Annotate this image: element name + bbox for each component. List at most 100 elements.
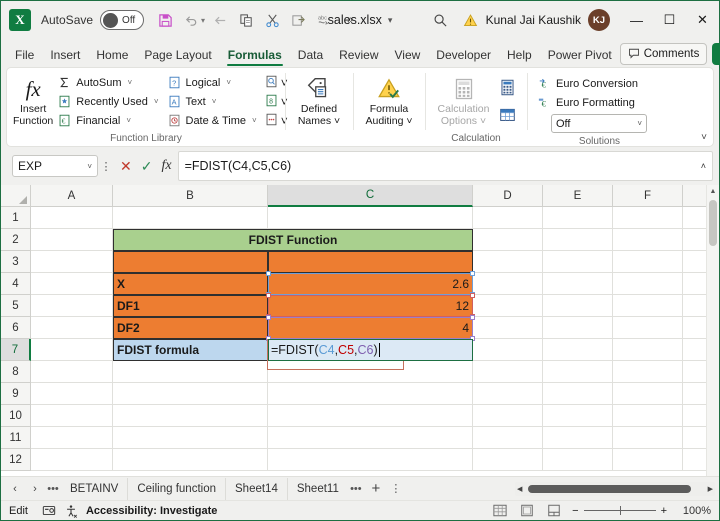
cell-b12[interactable] — [113, 449, 268, 471]
cell-b8[interactable] — [113, 361, 268, 383]
hscroll-left-icon[interactable]: ◀ — [517, 485, 522, 493]
accessibility-status-label[interactable]: Accessibility: Investigate — [86, 505, 217, 517]
row-header-3[interactable]: 3 — [1, 251, 31, 273]
cell-f11[interactable] — [613, 427, 683, 449]
cell-b6[interactable]: DF2 — [113, 317, 268, 339]
cell-a4[interactable] — [31, 273, 113, 295]
record-macro-icon[interactable] — [42, 504, 56, 517]
calculation-options-button[interactable]: Calculation Options ˅ — [433, 73, 495, 127]
sheet-tab-sheet14[interactable]: Sheet14 — [226, 478, 288, 500]
cell-a8[interactable] — [31, 361, 113, 383]
column-header-e[interactable]: E — [543, 185, 613, 207]
share-button[interactable]: ˅ — [712, 43, 720, 65]
cell-c10[interactable] — [268, 405, 473, 427]
cell-c9[interactable] — [268, 383, 473, 405]
horizontal-scrollbar[interactable]: ◀ ▶ — [515, 482, 715, 496]
cell-d1[interactable] — [473, 207, 543, 229]
cell-a11[interactable] — [31, 427, 113, 449]
autosave-toggle[interactable]: Off — [100, 10, 144, 30]
cell-f7[interactable] — [613, 339, 683, 361]
date-time-button[interactable]: Date & Time ˅ — [163, 111, 261, 130]
cell-e5[interactable] — [543, 295, 613, 317]
text-button[interactable]: A Text ˅ — [163, 92, 261, 111]
cell-b1[interactable] — [113, 207, 268, 229]
cell-d11[interactable] — [473, 427, 543, 449]
recently-used-button[interactable]: Recently Used ˅ — [53, 92, 162, 111]
cell-b10[interactable] — [113, 405, 268, 427]
row-header-2[interactable]: 2 — [1, 229, 31, 251]
cell-f3[interactable] — [613, 251, 683, 273]
sheet-list-right-dots[interactable]: ••• — [348, 483, 364, 495]
zoom-in-button[interactable]: + — [661, 505, 667, 517]
cell-e8[interactable] — [543, 361, 613, 383]
name-box[interactable]: EXP ˅ — [12, 155, 98, 177]
cell-f5[interactable] — [613, 295, 683, 317]
tab-developer[interactable]: Developer — [428, 46, 499, 67]
cell-b7[interactable]: FDIST formula — [113, 339, 268, 361]
cell-d9[interactable] — [473, 383, 543, 405]
cell-d4[interactable] — [473, 273, 543, 295]
tab-review[interactable]: Review — [331, 46, 386, 67]
vertical-scrollbar[interactable]: ▲ — [706, 185, 719, 476]
cell-c6[interactable]: 4 — [268, 317, 473, 339]
previous-sheet-button[interactable]: ‹ — [5, 483, 25, 495]
tab-file[interactable]: File — [7, 46, 42, 67]
formula-input[interactable]: =FDIST(C4,C5,C6) ˄ — [178, 151, 713, 181]
cell-f8[interactable] — [613, 361, 683, 383]
cut-icon[interactable] — [259, 7, 285, 33]
cell-e10[interactable] — [543, 405, 613, 427]
column-header-a[interactable]: A — [31, 185, 113, 207]
text-caret[interactable]: ˅ — [212, 97, 217, 106]
add-sheet-button[interactable]: + — [364, 480, 388, 497]
cell-e4[interactable] — [543, 273, 613, 295]
logical-caret[interactable]: ˅ — [226, 78, 231, 87]
cell-f10[interactable] — [613, 405, 683, 427]
cell-c12[interactable] — [268, 449, 473, 471]
tab-home[interactable]: Home — [88, 46, 136, 67]
cell-c3[interactable] — [268, 251, 473, 273]
row-header-6[interactable]: 6 — [1, 317, 31, 339]
recently-used-caret[interactable]: ˅ — [154, 97, 159, 106]
sheet-list-left-dots[interactable]: ••• — [45, 483, 61, 495]
cell-f6[interactable] — [613, 317, 683, 339]
sheet-tab-sheet11[interactable]: Sheet11 — [288, 478, 348, 500]
cell-e1[interactable] — [543, 207, 613, 229]
page-layout-view-button[interactable] — [518, 503, 535, 518]
row-header-7[interactable]: 7 — [1, 339, 31, 361]
redo-icon[interactable] — [207, 7, 233, 33]
tab-formulas[interactable]: Formulas — [220, 46, 290, 67]
row-header-12[interactable]: 12 — [1, 449, 31, 471]
cell-e6[interactable] — [543, 317, 613, 339]
cell-e7[interactable] — [543, 339, 613, 361]
cell-a7[interactable] — [31, 339, 113, 361]
tab-power-pivot[interactable]: Power Pivot — [540, 46, 620, 67]
cell-b11[interactable] — [113, 427, 268, 449]
hscroll-right-icon[interactable]: ▶ — [708, 485, 713, 493]
search-icon[interactable] — [424, 13, 458, 28]
cell-c11[interactable] — [268, 427, 473, 449]
page-break-view-button[interactable] — [545, 503, 562, 518]
cell-e12[interactable] — [543, 449, 613, 471]
cell-e9[interactable] — [543, 383, 613, 405]
cell-a6[interactable] — [31, 317, 113, 339]
minimize-button[interactable]: — — [620, 1, 653, 39]
cell-c4[interactable]: 2.6 — [268, 273, 473, 295]
enter-formula-button[interactable]: ✓ — [141, 158, 153, 175]
comments-button[interactable]: Comments — [620, 43, 708, 65]
financial-button[interactable]: € Financial ˅ — [53, 111, 162, 130]
cell-c1[interactable] — [268, 207, 473, 229]
euro-conversion-button[interactable]: € Euro Conversion — [533, 74, 642, 93]
date-time-caret[interactable]: ˅ — [252, 116, 257, 125]
insert-function-button[interactable]: fx Insert Function — [13, 73, 53, 127]
cell-a1[interactable] — [31, 207, 113, 229]
normal-view-button[interactable] — [491, 503, 508, 518]
cell-c5[interactable]: 12 — [268, 295, 473, 317]
maximize-button[interactable]: ☐ — [653, 1, 686, 39]
vertical-scrollbar-thumb[interactable] — [709, 200, 717, 246]
file-name-area[interactable]: sales.xlsx ▾ — [328, 13, 393, 27]
sheet-options-button[interactable]: ⋮ — [388, 482, 404, 495]
row-header-5[interactable]: 5 — [1, 295, 31, 317]
cell-e2[interactable] — [543, 229, 613, 251]
cell-b4[interactable]: X — [113, 273, 268, 295]
copy-icon[interactable] — [233, 7, 259, 33]
